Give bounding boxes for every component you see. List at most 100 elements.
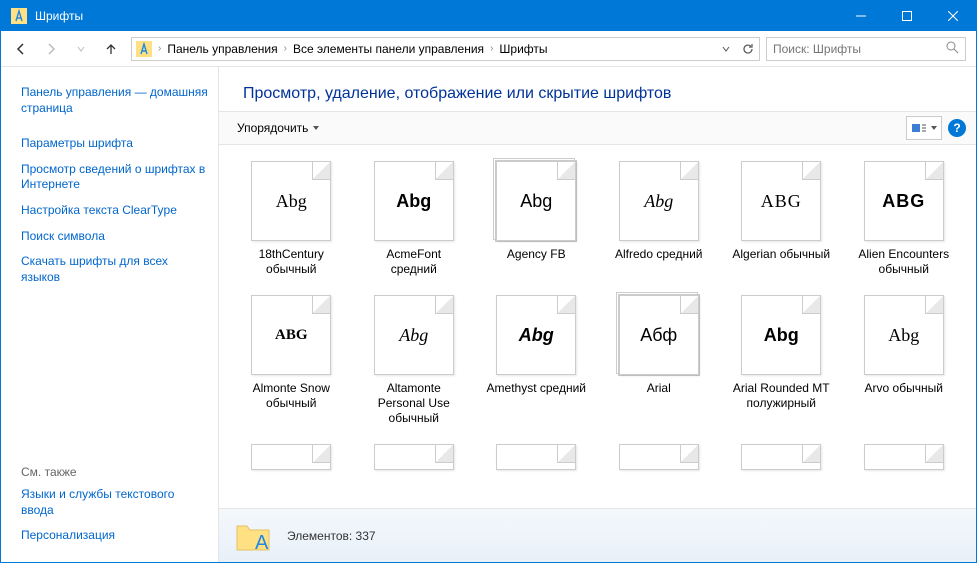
font-preview: Abg [496,161,576,241]
sidebar-link-personalization[interactable]: Персонализация [21,524,210,548]
font-sample: Abg [276,191,307,212]
font-preview [251,444,331,470]
close-button[interactable] [930,1,976,31]
font-item[interactable]: ABG Alien Encounters обычный [850,157,959,281]
font-preview [496,444,576,470]
font-item[interactable]: Abg 18thCentury обычный [237,157,346,281]
history-dropdown-icon[interactable] [715,38,737,60]
content-area: Панель управления — домашняя страница Па… [1,67,976,562]
sidebar-link-cleartype[interactable]: Настройка текста ClearType [21,199,210,223]
sidebar-link-online[interactable]: Просмотр сведений о шрифтах в Интернете [21,158,210,197]
font-item[interactable] [605,440,714,480]
sidebar-link-home[interactable]: Панель управления — домашняя страница [21,81,210,120]
font-item[interactable]: Abg Alfredo средний [605,157,714,281]
search-box[interactable] [766,37,966,61]
font-preview: ABG [251,295,331,375]
page-title: Просмотр, удаление, отображение или скры… [219,67,976,111]
font-grid: Abg 18thCentury обычный Abg AcmeFont средни… [219,145,976,508]
search-input[interactable] [773,42,945,56]
font-item[interactable] [237,440,346,480]
breadcrumb-item[interactable]: Панель управления [163,38,281,60]
font-item[interactable] [850,440,959,480]
font-item[interactable]: Abg AcmeFont средний [360,157,469,281]
font-label: Arvo обычный [865,381,943,396]
font-label: Almonte Snow обычный [241,381,341,411]
minimize-button[interactable] [838,1,884,31]
font-sample: ABG [275,327,308,344]
chevron-down-icon [312,121,320,135]
font-label: Alfredo средний [615,247,702,262]
address-bar[interactable]: › Панель управления › Все элементы панел… [131,37,760,61]
font-sample: Abg [519,325,554,346]
chevron-right-icon: › [488,43,495,54]
font-sample: Abg [888,325,919,346]
font-item[interactable] [727,440,836,480]
font-label: Arial [647,381,671,396]
font-preview: Abg [374,295,454,375]
font-label: Altamonte Personal Use обычный [364,381,464,426]
font-sample: ABG [882,191,925,212]
folder-icon: A [233,516,273,556]
font-label: 18thCentury обычный [241,247,341,277]
font-label: Amethyst средний [487,381,586,396]
font-label: Agency FB [507,247,566,262]
font-item[interactable] [482,440,591,480]
maximize-button[interactable] [884,1,930,31]
status-text: Элементов: 337 [287,529,376,543]
font-preview: Abg [251,161,331,241]
help-button[interactable]: ? [948,119,966,137]
sidebar-link-charmap[interactable]: Поиск символа [21,225,210,249]
search-icon[interactable] [945,40,959,57]
font-preview [374,444,454,470]
font-item[interactable] [360,440,469,480]
font-preview [864,444,944,470]
breadcrumb-item[interactable]: Шрифты [495,38,551,60]
font-sample: ABG [761,191,802,212]
font-preview [619,444,699,470]
font-sample: Abg [644,191,673,212]
recent-dropdown[interactable] [67,35,95,63]
chevron-right-icon: › [156,43,163,54]
refresh-button[interactable] [737,38,759,60]
window-controls [838,1,976,31]
svg-text:A: A [255,532,269,554]
breadcrumb-item[interactable]: Все элементы панели управления [289,38,488,60]
main-panel: Просмотр, удаление, отображение или скры… [219,67,976,562]
see-also-heading: См. также [21,459,210,481]
font-preview: Abg [374,161,454,241]
font-sample: Abg [399,325,428,346]
font-label: AcmeFont средний [364,247,464,277]
font-item[interactable]: ABG Almonte Snow обычный [237,291,346,430]
font-item[interactable]: ABG Algerian обычный [727,157,836,281]
sidebar: Панель управления — домашняя страница Па… [1,67,219,562]
font-item[interactable]: Abg Agency FB [482,157,591,281]
view-options-button[interactable] [906,116,942,140]
toolbar: Упорядочить ? [219,111,976,145]
sidebar-link-settings[interactable]: Параметры шрифта [21,132,210,156]
font-preview: Abg [741,295,821,375]
font-preview: ABG [741,161,821,241]
back-button[interactable] [7,35,35,63]
font-label: Alien Encounters обычный [854,247,954,277]
font-preview: ABG [864,161,944,241]
font-item[interactable]: Abg Amethyst средний [482,291,591,430]
font-preview: Abg [496,295,576,375]
font-label: Arial Rounded MT полужирный [731,381,831,411]
window-title: Шрифты [35,9,838,23]
font-item[interactable]: Abg Arvo обычный [850,291,959,430]
forward-button[interactable] [37,35,65,63]
font-item[interactable]: Abg Arial Rounded MT полужирный [727,291,836,430]
font-label: Algerian обычный [732,247,830,262]
organize-button[interactable]: Упорядочить [229,117,328,139]
font-preview [741,444,821,470]
font-item[interactable]: Абф Arial [605,291,714,430]
up-button[interactable] [97,35,125,63]
font-preview: Абф [619,295,699,375]
font-item[interactable]: Abg Altamonte Personal Use обычный [360,291,469,430]
navigation-bar: › Панель управления › Все элементы панел… [1,31,976,67]
sidebar-link-download[interactable]: Скачать шрифты для всех языков [21,250,210,289]
app-icon [11,8,27,24]
sidebar-link-languages[interactable]: Языки и службы текстового ввода [21,483,210,522]
chevron-right-icon: › [282,43,289,54]
font-sample: Абф [640,325,677,346]
